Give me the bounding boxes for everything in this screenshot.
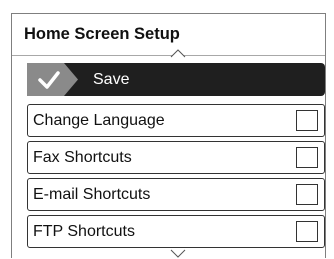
save-button-label: Save — [93, 70, 130, 88]
list-item-label: Fax Shortcuts — [33, 148, 132, 166]
change-language-checkbox[interactable] — [296, 110, 318, 131]
list-item-email-shortcuts[interactable]: E-mail Shortcuts — [27, 178, 325, 211]
list-item-label: Change Language — [33, 111, 165, 129]
ftp-shortcuts-checkbox[interactable] — [296, 221, 318, 242]
list-item-change-language[interactable]: Change Language — [27, 104, 325, 137]
list-item-ftp-shortcuts[interactable]: FTP Shortcuts — [27, 215, 325, 248]
fax-shortcuts-checkbox[interactable] — [296, 147, 318, 168]
check-icon — [27, 63, 80, 96]
list-item-fax-shortcuts[interactable]: Fax Shortcuts — [27, 141, 325, 174]
chevron-down-icon[interactable] — [170, 249, 186, 258]
home-screen-setup-panel: Home Screen Setup Save Change Language F… — [11, 13, 326, 258]
list-item-label: FTP Shortcuts — [33, 222, 135, 240]
save-button[interactable]: Save — [27, 63, 325, 96]
list-item-label: E-mail Shortcuts — [33, 185, 151, 203]
chevron-up-icon[interactable] — [170, 48, 186, 58]
page-title: Home Screen Setup — [24, 25, 180, 43]
email-shortcuts-checkbox[interactable] — [296, 184, 318, 205]
panel-header: Home Screen Setup — [12, 14, 325, 56]
